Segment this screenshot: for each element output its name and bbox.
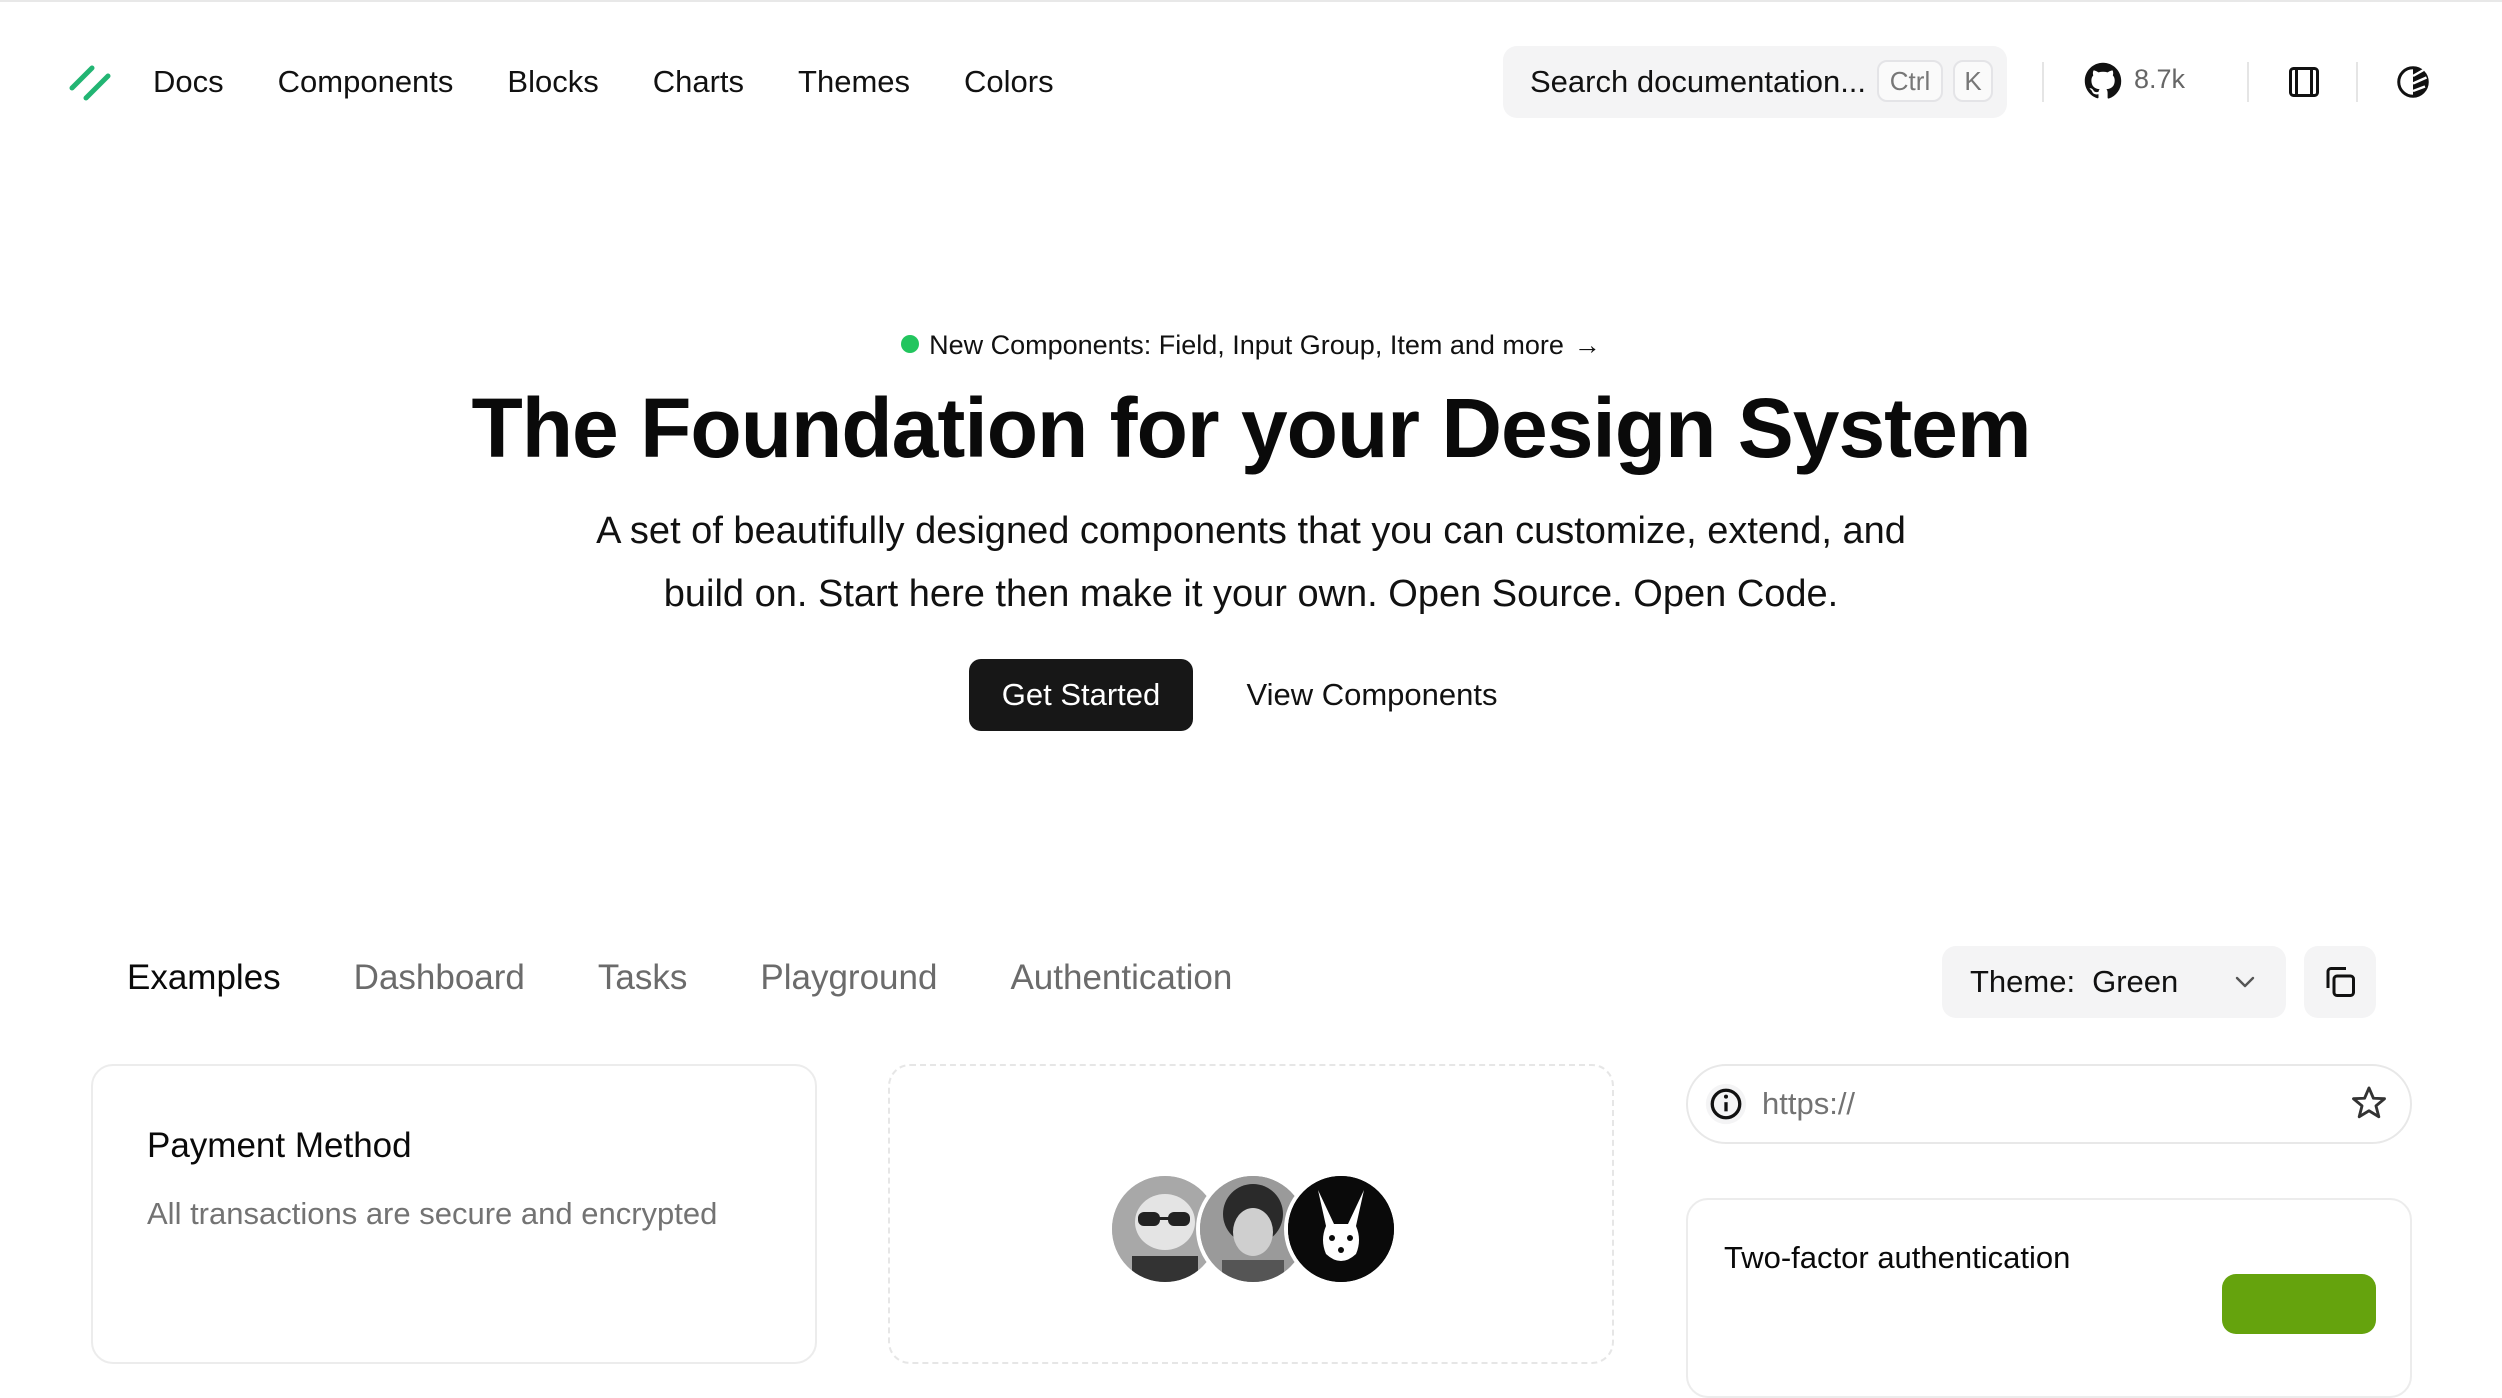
- kbd-k: K: [1953, 60, 1993, 102]
- copy-button[interactable]: [2304, 946, 2376, 1018]
- page-subtitle: A set of beautifully designed components…: [596, 510, 1906, 615]
- search-button[interactable]: Search documentation... Ctrl K: [1503, 46, 2007, 118]
- info-icon: [1705, 1083, 1747, 1125]
- avatar[interactable]: [1284, 1172, 1398, 1286]
- theme-select-value: Green: [2092, 964, 2179, 999]
- tab-authentication[interactable]: Authentication: [1010, 958, 1232, 998]
- card-title: Payment Method: [147, 1126, 412, 1165]
- theme-toggle-icon[interactable]: [2395, 64, 2431, 100]
- nav-docs[interactable]: Docs: [153, 64, 224, 100]
- nav-components[interactable]: Components: [278, 64, 454, 100]
- card-description: All transactions are secure and encrypte…: [147, 1196, 718, 1231]
- tab-playground[interactable]: Playground: [760, 958, 937, 998]
- tab-dashboard[interactable]: Dashboard: [354, 958, 525, 998]
- star-icon[interactable]: [2350, 1084, 2388, 1122]
- two-factor-card: Two-factor authentication: [1686, 1198, 2412, 1398]
- nav-themes[interactable]: Themes: [798, 64, 910, 100]
- copy-icon: [2326, 967, 2355, 997]
- github-icon[interactable]: [2084, 62, 2122, 100]
- theme-select[interactable]: Theme: Green: [1942, 946, 2286, 1018]
- top-border: [0, 0, 2502, 2]
- announcement-link[interactable]: New Components: Field, Input Group, Item…: [0, 330, 2502, 361]
- status-dot-icon: [901, 335, 920, 353]
- theme-select-label: Theme:: [1970, 964, 2076, 999]
- page-title: The Foundation for your Design System: [471, 381, 2031, 475]
- layout-toggle-icon[interactable]: [2286, 64, 2322, 100]
- get-started-button[interactable]: Get Started: [969, 659, 1193, 731]
- kbd-ctrl: Ctrl: [1877, 60, 1943, 102]
- avatar-group-card: [888, 1064, 1614, 1364]
- enable-button[interactable]: [2222, 1274, 2376, 1334]
- divider: [2042, 62, 2044, 102]
- payment-method-card: Payment Method All transactions are secu…: [91, 1064, 817, 1364]
- view-components-button[interactable]: View Components: [1219, 659, 1525, 731]
- tab-examples[interactable]: Examples: [127, 958, 281, 998]
- nav-blocks[interactable]: Blocks: [507, 64, 598, 100]
- avatar-group: [1108, 1172, 1408, 1286]
- chevron-down-icon: [2235, 976, 2255, 988]
- logo-icon[interactable]: [68, 62, 114, 102]
- arrow-right-icon: →: [1573, 330, 1601, 360]
- divider: [2247, 62, 2249, 102]
- main-nav: Docs Components Blocks Charts Themes Col…: [153, 60, 1108, 104]
- nav-charts[interactable]: Charts: [653, 64, 744, 100]
- card-title: Two-factor authentication: [1724, 1240, 2071, 1275]
- tab-tasks[interactable]: Tasks: [598, 958, 687, 998]
- announcement-text: New Components: Field, Input Group, Item…: [929, 330, 1564, 360]
- url-input[interactable]: https://: [1686, 1064, 2412, 1144]
- nav-colors[interactable]: Colors: [964, 64, 1054, 100]
- examples-tabs: Examples Dashboard Tasks Playground Auth…: [127, 958, 1305, 998]
- search-placeholder: Search documentation...: [1530, 64, 1867, 99]
- url-input-value: https://: [1762, 1086, 1856, 1121]
- github-stars[interactable]: 8.7k: [2134, 64, 2185, 95]
- divider: [2356, 62, 2358, 102]
